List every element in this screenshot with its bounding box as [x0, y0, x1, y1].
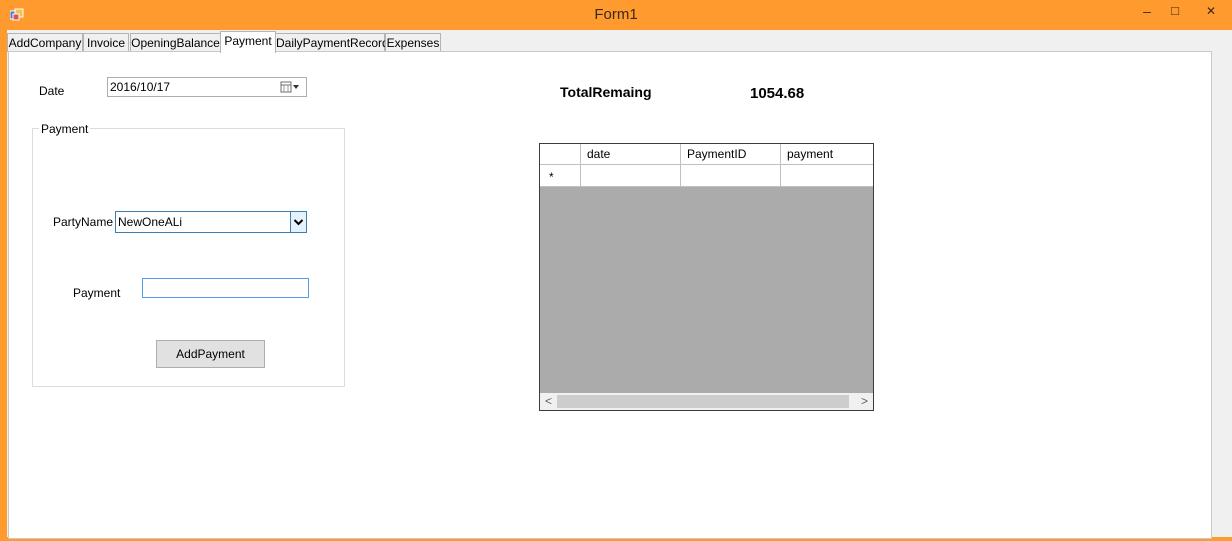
tab-invoice[interactable]: Invoice	[83, 33, 129, 52]
chevron-down-icon[interactable]	[290, 212, 306, 232]
payments-grid[interactable]: date PaymentID payment * < >	[539, 143, 874, 411]
scroll-thumb[interactable]	[557, 395, 849, 408]
cell-date[interactable]	[581, 165, 681, 186]
partyname-label: PartyName	[53, 215, 114, 229]
tab-expenses[interactable]: Expenses	[385, 33, 441, 52]
window-title: Form1	[594, 6, 638, 23]
maximize-button[interactable]: □	[1160, 0, 1190, 22]
title-bar[interactable]: Form1 – □ ✕	[0, 0, 1232, 30]
partyname-combobox[interactable]: NewOneALi	[115, 211, 307, 233]
payment-amount-label: Payment	[73, 286, 121, 300]
scroll-left-icon[interactable]: <	[540, 393, 557, 410]
tab-openingbalance[interactable]: OpeningBalance	[130, 33, 221, 52]
horizontal-scrollbar[interactable]: < >	[540, 393, 873, 410]
minimize-button[interactable]: –	[1132, 0, 1162, 22]
date-label: Date	[39, 84, 65, 98]
column-header-paymentid-label: PaymentID	[687, 147, 747, 161]
partyname-value: NewOneALi	[118, 215, 183, 229]
scroll-right-icon[interactable]: >	[856, 393, 873, 410]
payment-tab-page: Date 2016/10/17 Payment PartyName NewOne…	[8, 51, 1212, 539]
column-header-payment-label: payment	[787, 147, 834, 161]
cell-paymentid[interactable]	[681, 165, 781, 186]
calendar-icon[interactable]	[280, 80, 302, 94]
payment-group-title: Payment	[39, 122, 91, 136]
column-header-payment[interactable]: payment	[781, 144, 873, 164]
form-client-area: AddCompany Invoice OpeningBalance Paymen…	[7, 30, 1232, 539]
column-header-date[interactable]: date	[581, 144, 681, 164]
close-button[interactable]: ✕	[1196, 0, 1226, 22]
payment-amount-input[interactable]	[142, 278, 309, 298]
date-value: 2016/10/17	[110, 80, 171, 94]
new-row-marker: *	[549, 170, 554, 184]
add-payment-button[interactable]: AddPayment	[156, 340, 265, 368]
cell-payment[interactable]	[781, 165, 873, 186]
date-picker[interactable]: 2016/10/17	[107, 77, 307, 97]
row-header[interactable]: *	[540, 165, 581, 186]
total-remaining-label: TotalRemaing	[560, 84, 652, 100]
new-row[interactable]: *	[540, 165, 873, 187]
tab-payment[interactable]: Payment	[220, 31, 276, 53]
tab-addcompany[interactable]: AddCompany	[7, 33, 83, 52]
row-header-corner[interactable]	[540, 144, 581, 164]
grid-header: date PaymentID payment	[540, 144, 873, 165]
total-remaining-value: 1054.68	[750, 85, 805, 102]
column-header-paymentid[interactable]: PaymentID	[681, 144, 781, 164]
tab-dailypaymentrecord[interactable]: DailyPaymentRecord	[275, 33, 389, 52]
column-header-date-label: date	[587, 147, 611, 161]
